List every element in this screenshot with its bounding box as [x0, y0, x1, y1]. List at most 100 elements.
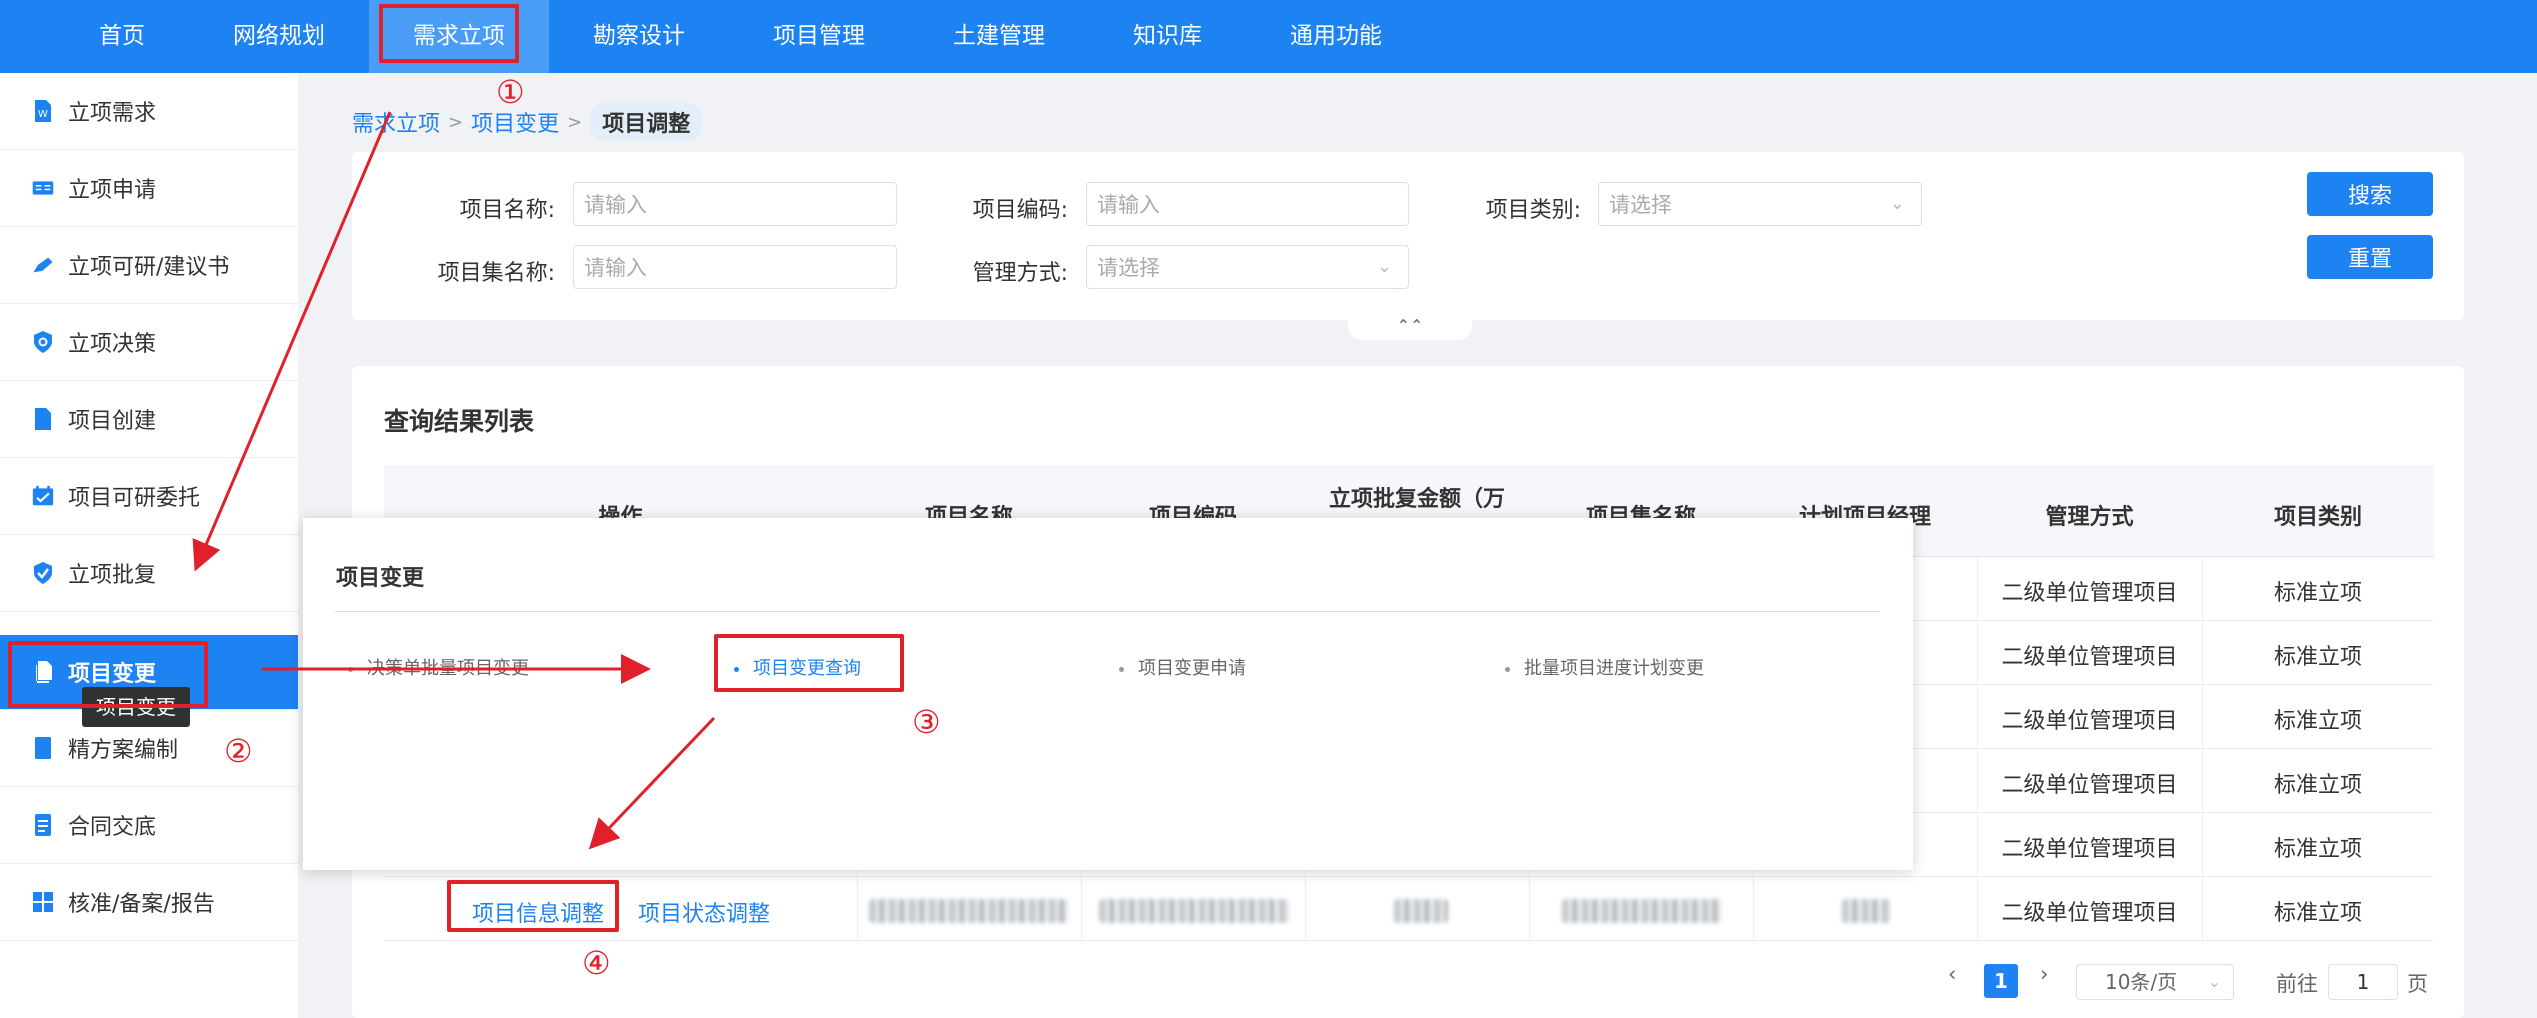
blurred-project-code: [1099, 899, 1289, 923]
cell-mgmt-mode: 二级单位管理项目: [2001, 645, 2178, 670]
calendar-icon: [32, 483, 54, 509]
page-number-current[interactable]: 1: [1984, 964, 2018, 998]
mgmt-mode-placeholder: 请选择: [1097, 256, 1160, 280]
bullet-icon: [1505, 666, 1510, 672]
project-code-input[interactable]: 请输入: [1086, 182, 1409, 226]
next-page-chevron-icon[interactable]: ›: [2040, 962, 2048, 986]
breadcrumb-current: 项目调整: [590, 103, 703, 141]
bullet-icon: [348, 666, 353, 672]
column-header-project-type: 项目类别: [2273, 505, 2362, 530]
dropdown-item-batch-change[interactable]: 决策单批量项目变更: [348, 654, 529, 680]
page-size-value: 10条/页: [2105, 970, 2178, 994]
nav-common-functions[interactable]: 通用功能: [1246, 0, 1426, 73]
word-doc-icon: W: [32, 98, 54, 124]
sidebar-item-label: 立项批复: [68, 563, 157, 588]
sidebar-item-label: 立项可研/建议书: [68, 255, 230, 280]
cell-project-type: 标准立项: [2273, 581, 2362, 606]
sidebar-item-approval[interactable]: 立项批复: [0, 535, 298, 612]
grid-apps-icon: [32, 889, 54, 915]
sidebar-menu: W 立项需求 立项申请 立项可研/建议书 立项决策 项目创建 项目可研委托 立项…: [0, 73, 298, 1018]
nav-civil-management[interactable]: 土建管理: [909, 0, 1089, 73]
breadcrumb-demand-link[interactable]: 需求立项: [352, 106, 440, 138]
project-change-dropdown: [303, 518, 1913, 870]
project-status-adjust-link[interactable]: 项目状态调整: [638, 896, 770, 928]
annotation-step-2: ②: [224, 732, 253, 770]
sidebar-item-label: 立项决策: [68, 332, 157, 357]
dropdown-item-change-apply[interactable]: 项目变更申请: [1119, 654, 1246, 680]
sidebar-item-label: 项目可研委托: [68, 486, 201, 511]
cell-project-type: 标准立项: [2273, 901, 2362, 926]
nav-survey-design[interactable]: 勘察设计: [549, 0, 729, 73]
bookmark-icon: [32, 735, 54, 761]
sidebar-item-application[interactable]: 立项申请: [0, 150, 298, 227]
project-set-input[interactable]: 请输入: [573, 245, 897, 289]
prev-page-chevron-icon[interactable]: ‹: [1948, 962, 1956, 986]
column-header-mgmt-mode: 管理方式: [2045, 505, 2134, 530]
annotation-box-sidebar: [8, 641, 208, 708]
nav-network-planning[interactable]: 网络规划: [189, 0, 369, 73]
shield-check-icon: [32, 560, 54, 586]
sidebar-item-decision[interactable]: 立项决策: [0, 304, 298, 381]
sidebar-item-entrust[interactable]: 项目可研委托: [0, 458, 298, 535]
reset-button[interactable]: 重置: [2307, 235, 2433, 279]
cell-project-type: 标准立项: [2273, 773, 2362, 798]
project-type-label: 项目类别:: [1485, 198, 1581, 223]
column-divider: [1977, 557, 1978, 941]
annotation-step-3: ③: [912, 703, 941, 741]
nav-home[interactable]: 首页: [55, 0, 189, 73]
chevron-down-icon: ⌄: [1889, 193, 1905, 214]
project-set-label: 项目集名称:: [437, 261, 555, 286]
nav-project-management[interactable]: 项目管理: [729, 0, 909, 73]
blurred-manager: [1842, 899, 1890, 923]
annotation-box-dropdown: [714, 634, 904, 692]
document-icon: [32, 406, 54, 432]
sidebar-item-label: 核准/备案/报告: [68, 892, 215, 917]
column-divider: [2202, 557, 2203, 941]
dropdown-item-batch-schedule-change[interactable]: 批量项目进度计划变更: [1505, 654, 1704, 680]
dropdown-item-label: 项目变更申请: [1138, 658, 1246, 679]
mgmt-mode-label: 管理方式:: [972, 261, 1068, 286]
page-size-select[interactable]: 10条/页 ⌄: [2076, 964, 2234, 1000]
project-code-label: 项目编码:: [972, 198, 1068, 223]
annotation-box-nav: [379, 4, 519, 63]
dropdown-item-label: 批量项目进度计划变更: [1524, 658, 1704, 679]
mgmt-mode-select[interactable]: 请选择 ⌄: [1086, 245, 1409, 289]
blurred-project-set: [1562, 899, 1722, 923]
collapse-chevron-up-icon[interactable]: ⌃⌃: [1348, 316, 1472, 340]
list-document-icon: [32, 812, 54, 838]
sidebar-item-label: 项目创建: [68, 409, 157, 434]
cell-mgmt-mode: 二级单位管理项目: [2001, 837, 2178, 862]
goto-page-input[interactable]: 1: [2328, 964, 2398, 1000]
cell-project-type: 标准立项: [2273, 837, 2362, 862]
project-name-input[interactable]: 请输入: [573, 182, 897, 226]
annotation-step-1: ①: [496, 73, 525, 111]
form-icon: [32, 175, 54, 201]
column-header-approved-amount: 立项批复金额（万: [1328, 487, 1505, 512]
result-list-title: 查询结果列表: [384, 407, 535, 436]
sidebar-item-demand[interactable]: W 立项需求: [0, 73, 298, 150]
breadcrumb: 需求立项 > 项目变更 > 项目调整: [352, 103, 703, 141]
sidebar-item-approval-filing[interactable]: 核准/备案/报告: [0, 864, 298, 941]
svg-text:W: W: [38, 109, 48, 120]
sidebar-item-contract[interactable]: 合同交底: [0, 787, 298, 864]
project-type-placeholder: 请选择: [1609, 193, 1672, 217]
search-button[interactable]: 搜索: [2307, 172, 2433, 216]
project-name-label: 项目名称:: [459, 198, 555, 223]
sidebar-item-feasibility[interactable]: 立项可研/建议书: [0, 227, 298, 304]
project-type-select[interactable]: 请选择 ⌄: [1598, 182, 1922, 226]
goto-label: 前往: [2276, 972, 2318, 996]
cell-mgmt-mode: 二级单位管理项目: [2001, 901, 2178, 926]
cell-mgmt-mode: 二级单位管理项目: [2001, 581, 2178, 606]
sidebar-item-label: 立项申请: [68, 178, 157, 203]
pen-icon: [32, 252, 54, 278]
nav-knowledge-base[interactable]: 知识库: [1089, 0, 1246, 73]
cell-mgmt-mode: 二级单位管理项目: [2001, 709, 2178, 734]
chevron-right-icon: >: [567, 111, 583, 133]
sidebar-item-label: 精方案编制: [68, 738, 179, 763]
bullet-icon: [1119, 666, 1124, 672]
cell-project-type: 标准立项: [2273, 645, 2362, 670]
annotation-step-4: ④: [582, 944, 611, 982]
sidebar-item-create[interactable]: 项目创建: [0, 381, 298, 458]
sidebar-item-label: 合同交底: [68, 815, 157, 840]
chevron-down-icon: ⌄: [2207, 972, 2221, 991]
